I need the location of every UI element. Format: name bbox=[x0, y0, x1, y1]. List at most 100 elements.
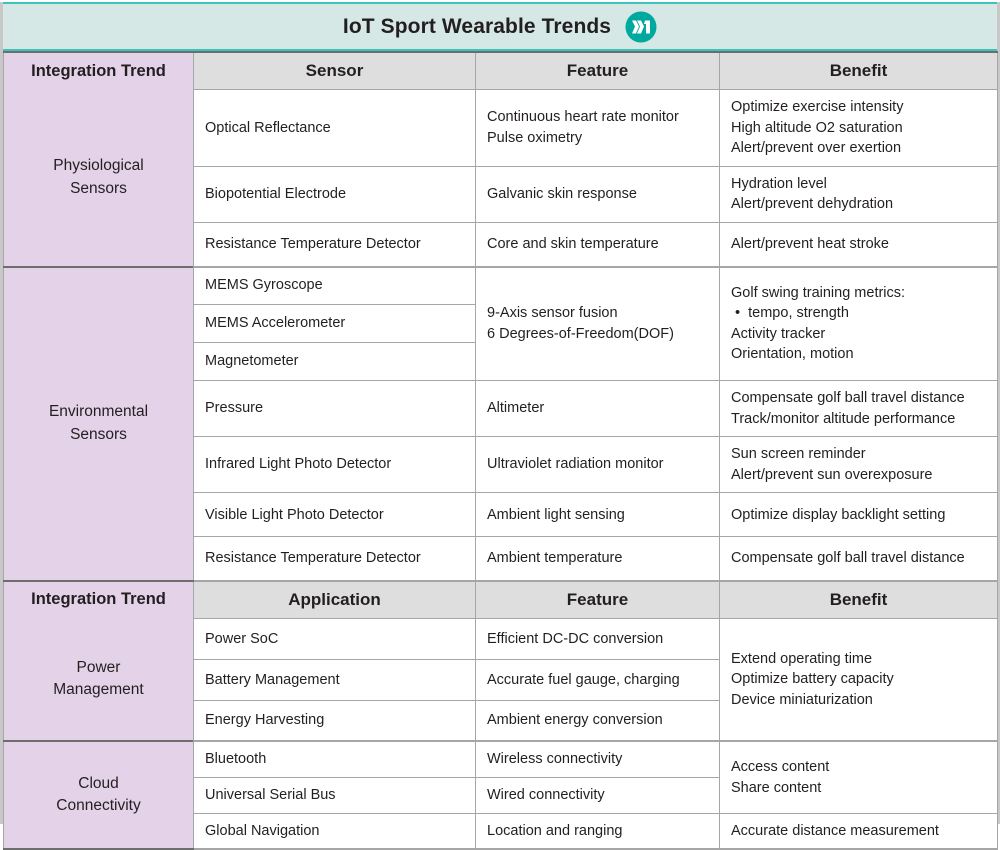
feature-line: Core and skin temperature bbox=[487, 235, 659, 252]
feature-line: Wireless connectivity bbox=[487, 751, 623, 768]
sensor-name: MEMS Gyroscope bbox=[193, 265, 476, 306]
application-name: Universal Serial Bus bbox=[193, 777, 476, 814]
benefit-cell: Sun screen reminder Alert/prevent sun ov… bbox=[719, 436, 998, 494]
benefit-line: Hydration level bbox=[731, 175, 827, 192]
sensor-name: Resistance Temperature Detector bbox=[193, 222, 476, 268]
application-name: Bluetooth bbox=[193, 740, 476, 779]
benefit-line: High altitude O2 saturation bbox=[731, 119, 903, 136]
benefit-cell: Accurate distance measurement bbox=[719, 812, 998, 850]
benefit-line: Alert/prevent heat stroke bbox=[731, 235, 889, 252]
trend-group-power-management: Power Management bbox=[3, 618, 194, 742]
benefit-line: Compensate golf ball travel distance bbox=[731, 550, 965, 567]
benefit-line: Golf swing training metrics: bbox=[731, 284, 906, 301]
sensor-name: Biopotential Electrode bbox=[193, 165, 476, 224]
col-header-benefit: Benefit bbox=[719, 51, 998, 91]
benefit-line: Alert/prevent over exertion bbox=[731, 140, 902, 157]
sensor-name: Optical Reflectance bbox=[193, 89, 476, 167]
trend-label-line2: Sensors bbox=[70, 179, 127, 197]
application-name: Power SoC bbox=[193, 617, 476, 660]
feature-cell: Efficient DC-DC conversion bbox=[475, 617, 720, 660]
benefit-cell: Access content Share content bbox=[719, 740, 998, 814]
col-header-feature: Feature bbox=[475, 51, 720, 91]
sensor-name: Pressure bbox=[193, 380, 476, 438]
benefit-line: Share content bbox=[731, 779, 822, 796]
feature-line: Continuous heart rate monitor bbox=[487, 109, 679, 126]
feature-cell: Galvanic skin response bbox=[475, 165, 720, 224]
feature-cell: Wireless connectivity bbox=[475, 740, 720, 779]
trend-label-line1: Physiological bbox=[53, 157, 144, 175]
feature-line: Ambient light sensing bbox=[487, 506, 625, 523]
trend-label-line1: Power bbox=[76, 658, 121, 676]
feature-cell: Location and ranging bbox=[475, 812, 720, 850]
feature-cell: 9-Axis sensor fusion 6 Degrees-of-Freedo… bbox=[475, 265, 720, 382]
feature-line: Galvanic skin response bbox=[487, 186, 637, 203]
benefit-line: Extend operating time bbox=[731, 650, 873, 667]
benefit-line: Orientation, motion bbox=[731, 346, 854, 363]
application-name: Battery Management bbox=[193, 658, 476, 701]
feature-line: Pulse oximetry bbox=[487, 129, 583, 146]
benefit-cell: Compensate golf ball travel distance bbox=[719, 536, 998, 582]
table-row: Environmental Sensors MEMS Gyroscope 9-A… bbox=[3, 265, 998, 582]
trend-label-line2: Management bbox=[53, 681, 144, 699]
benefit-cell: Optimize exercise intensity High altitud… bbox=[719, 89, 998, 167]
trend-label-line1: Cloud bbox=[78, 774, 119, 792]
benefit-cell: Extend operating time Optimize battery c… bbox=[719, 617, 998, 742]
maxim-integrated-logo bbox=[625, 11, 657, 43]
benefit-line: Sun screen reminder bbox=[731, 446, 866, 463]
sensor-name: Infrared Light Photo Detector bbox=[193, 436, 476, 494]
trend-group-physiological-sensors: Physiological Sensors bbox=[3, 89, 194, 267]
page-title: IoT Sport Wearable Trends bbox=[342, 14, 612, 38]
feature-line: Location and ranging bbox=[487, 822, 623, 839]
feature-cell: Accurate fuel gauge, charging bbox=[475, 658, 720, 701]
trend-group-environmental-sensors: Environmental Sensors bbox=[3, 265, 194, 582]
benefit-line: Optimize battery capacity bbox=[731, 671, 894, 688]
sensor-name: MEMS Accelerometer bbox=[193, 304, 476, 344]
trend-label-line2: Sensors bbox=[70, 425, 127, 443]
feature-line: 9-Axis sensor fusion bbox=[487, 305, 618, 322]
table-row: Physiological Sensors Optical Reflectanc… bbox=[3, 89, 998, 267]
sensor-name: Magnetometer bbox=[193, 342, 476, 382]
benefit-line: Access content bbox=[731, 758, 830, 775]
feature-cell: Ultraviolet radiation monitor bbox=[475, 436, 720, 494]
trend-label-line1: Environmental bbox=[48, 403, 149, 421]
benefit-cell: Hydration level Alert/prevent dehydratio… bbox=[719, 165, 998, 224]
feature-line: Wired connectivity bbox=[487, 787, 605, 804]
table-row: Cloud Connectivity Bluetooth Wireless co… bbox=[3, 740, 998, 850]
benefit-line: Device miniaturization bbox=[731, 691, 873, 708]
slide-container: IoT Sport Wearable Trends Integration Tr… bbox=[0, 2, 1000, 850]
benefit-cell: Compensate golf ball travel distance Tra… bbox=[719, 380, 998, 438]
benefit-line: Optimize display backlight setting bbox=[731, 506, 946, 523]
feature-line: Efficient DC-DC conversion bbox=[487, 630, 664, 647]
col-header-integration-trend-2: Integration Trend bbox=[3, 579, 194, 619]
feature-line: Ambient energy conversion bbox=[487, 712, 663, 729]
benefit-line: Compensate golf ball travel distance bbox=[731, 390, 965, 407]
table-header-row-sensors: Integration Trend Sensor Feature Benefit bbox=[3, 51, 998, 91]
application-name: Energy Harvesting bbox=[193, 699, 476, 743]
feature-line: 6 Degrees-of-Freedom(DOF) bbox=[487, 325, 674, 342]
benefit-bullet: tempo, strength bbox=[731, 303, 986, 324]
benefit-line: Alert/prevent dehydration bbox=[731, 196, 894, 213]
feature-cell: Ambient energy conversion bbox=[475, 699, 720, 743]
feature-cell: Ambient light sensing bbox=[475, 492, 720, 538]
benefit-line: Accurate distance measurement bbox=[731, 822, 939, 839]
col-header-integration-trend: Integration Trend bbox=[3, 51, 194, 90]
iot-trends-table: Integration Trend Sensor Feature Benefit… bbox=[3, 51, 998, 850]
sensor-name: Resistance Temperature Detector bbox=[193, 536, 476, 582]
trend-group-cloud-connectivity: Cloud Connectivity bbox=[3, 740, 194, 850]
col-header-application: Application bbox=[193, 579, 476, 619]
sensor-name: Visible Light Photo Detector bbox=[193, 492, 476, 538]
application-name: Global Navigation bbox=[193, 812, 476, 850]
feature-cell: Core and skin temperature bbox=[475, 222, 720, 268]
col-header-feature-2: Feature bbox=[475, 579, 720, 619]
title-banner: IoT Sport Wearable Trends bbox=[3, 2, 997, 51]
benefit-line: Alert/prevent sun overexposure bbox=[731, 466, 933, 483]
col-header-benefit-2: Benefit bbox=[719, 579, 998, 619]
table-header-row-applications: Integration Trend Application Feature Be… bbox=[3, 579, 998, 619]
col-header-sensor: Sensor bbox=[193, 51, 476, 91]
benefit-cell: Golf swing training metrics: tempo, stre… bbox=[719, 265, 998, 382]
feature-cell: Wired connectivity bbox=[475, 777, 720, 814]
feature-line: Ultraviolet radiation monitor bbox=[487, 456, 664, 473]
benefit-line: Activity tracker bbox=[731, 325, 826, 342]
benefit-line: Track/monitor altitude performance bbox=[731, 410, 956, 427]
feature-cell: Altimeter bbox=[475, 380, 720, 438]
